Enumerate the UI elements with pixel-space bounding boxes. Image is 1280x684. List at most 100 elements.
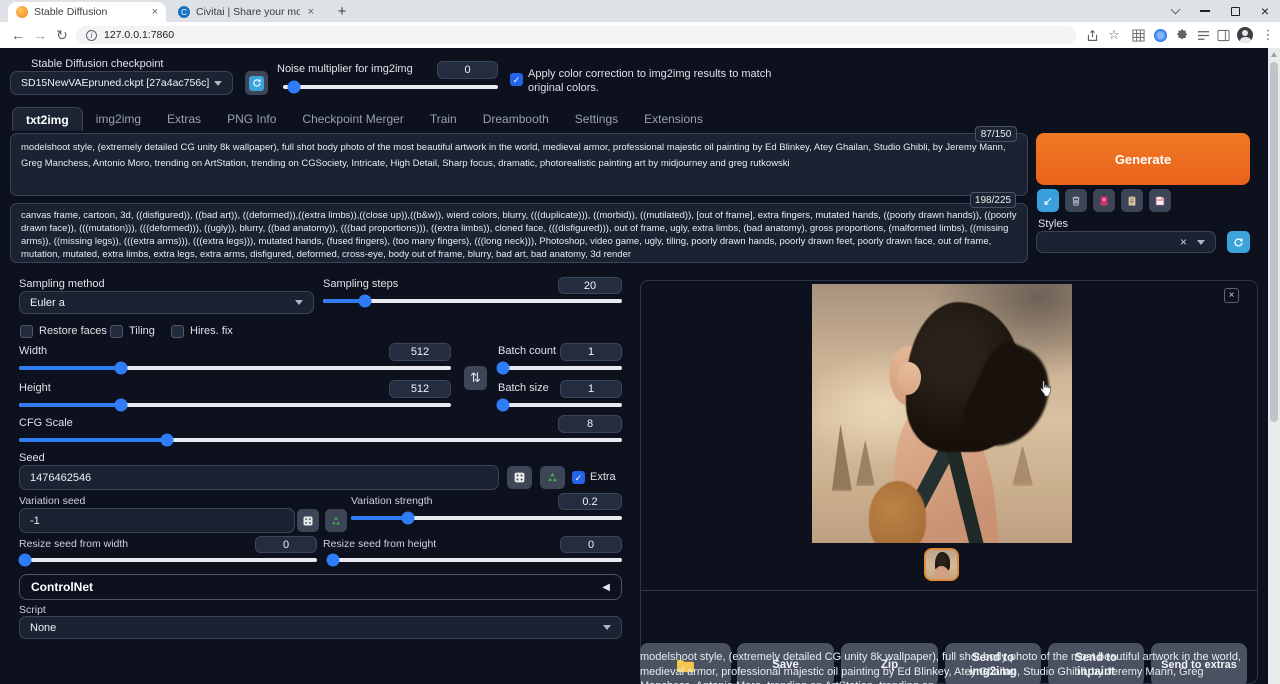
refresh-checkpoints-button[interactable] <box>245 71 268 95</box>
height-slider[interactable] <box>19 403 451 407</box>
generated-image[interactable] <box>812 284 1072 543</box>
tab-close-icon[interactable]: × <box>152 6 158 18</box>
slider-knob[interactable] <box>496 362 509 375</box>
cfg-scale-slider[interactable] <box>19 438 622 442</box>
tab-checkpoint-merger[interactable]: Checkpoint Merger <box>289 107 416 131</box>
tab-extensions[interactable]: Extensions <box>631 107 716 131</box>
sampling-steps-value[interactable]: 20 <box>558 277 622 294</box>
tab-png-info[interactable]: PNG Info <box>214 107 289 131</box>
tab-txt2img[interactable]: txt2img <box>12 107 83 131</box>
variation-strength-slider[interactable] <box>351 516 622 520</box>
forward-button[interactable]: → <box>30 25 50 45</box>
slider-knob[interactable] <box>358 295 371 308</box>
resize-seed-width-value[interactable]: 0 <box>255 536 317 553</box>
share-button[interactable] <box>1082 25 1102 45</box>
restore-faces-checkbox[interactable] <box>20 325 33 338</box>
slider-knob[interactable] <box>496 399 509 412</box>
random-seed-button[interactable] <box>507 466 532 489</box>
reading-list-button[interactable] <box>1193 25 1213 45</box>
styles-dropdown[interactable]: × <box>1036 231 1216 253</box>
chevron-down-icon <box>214 81 222 86</box>
reuse-variation-seed-button[interactable] <box>325 509 347 532</box>
resize-seed-height-slider[interactable] <box>329 558 622 562</box>
slider-knob[interactable] <box>18 554 31 567</box>
tab-close-icon[interactable]: × <box>308 6 314 18</box>
batch-size-value[interactable]: 1 <box>560 380 622 398</box>
paste-params-button[interactable]: ↙ <box>1037 189 1059 212</box>
extension-grid-button[interactable] <box>1128 25 1148 45</box>
hires-fix-checkbox[interactable] <box>171 325 184 338</box>
slider-knob[interactable] <box>327 554 340 567</box>
reuse-seed-button[interactable] <box>540 466 565 489</box>
extra-networks-button[interactable] <box>1093 189 1115 212</box>
tab-settings[interactable]: Settings <box>562 107 631 131</box>
window-minimize-button[interactable] <box>1190 0 1220 22</box>
gallery-thumbnail[interactable] <box>924 548 959 581</box>
width-slider[interactable] <box>19 366 451 370</box>
site-info-icon[interactable]: i <box>86 30 97 41</box>
seed-input[interactable]: 1476462546 <box>19 465 499 490</box>
refresh-styles-button[interactable] <box>1227 231 1250 253</box>
resize-seed-height-value[interactable]: 0 <box>560 536 622 553</box>
close-image-button[interactable]: × <box>1224 288 1239 303</box>
tab-extras[interactable]: Extras <box>154 107 214 131</box>
sampling-method-dropdown[interactable]: Euler a <box>19 291 314 314</box>
noise-multiplier-value[interactable]: 0 <box>437 61 498 79</box>
bookmark-button[interactable]: ☆ <box>1104 25 1124 45</box>
reload-button[interactable]: ↻ <box>52 25 72 45</box>
browser-menu-button[interactable]: ⋮ <box>1258 25 1278 45</box>
new-tab-button[interactable]: + <box>330 0 354 22</box>
save-style-button[interactable] <box>1149 189 1171 212</box>
tiling-checkbox[interactable] <box>110 325 123 338</box>
profile-button[interactable] <box>1235 25 1255 45</box>
swap-dimensions-button[interactable]: ⇅ <box>464 366 487 390</box>
clear-styles-icon[interactable]: × <box>1180 235 1187 249</box>
prompt-textarea[interactable]: modelshoot style, (extremely detailed CG… <box>10 133 1028 196</box>
side-panel-button[interactable] <box>1213 25 1233 45</box>
extension-blue-button[interactable] <box>1150 25 1170 45</box>
extra-seed-checkbox[interactable]: ✓ <box>572 471 585 484</box>
height-value[interactable]: 512 <box>389 380 451 398</box>
negative-prompt-textarea[interactable]: canvas frame, cartoon, 3d, ((disfigured)… <box>10 203 1028 263</box>
random-variation-seed-button[interactable] <box>297 509 319 532</box>
address-bar[interactable]: i 127.0.0.1:7860 <box>76 26 1076 44</box>
clear-prompt-button[interactable] <box>1065 189 1087 212</box>
slider-knob[interactable] <box>114 362 127 375</box>
noise-multiplier-slider[interactable] <box>283 85 498 89</box>
back-button[interactable]: ← <box>8 25 28 45</box>
webui-page: Stable Diffusion checkpoint SD15NewVAEpr… <box>0 48 1268 684</box>
browser-tab-civitai[interactable]: C Civitai | Share your models × <box>170 2 322 22</box>
cfg-scale-value[interactable]: 8 <box>558 415 622 433</box>
color-correction-label-2: original colors. <box>528 82 599 94</box>
slider-knob[interactable] <box>160 434 173 447</box>
browser-tab-stable-diffusion[interactable]: Stable Diffusion × <box>8 2 166 22</box>
batch-count-value[interactable]: 1 <box>560 343 622 361</box>
batch-count-slider[interactable] <box>498 366 622 370</box>
apply-style-button[interactable] <box>1121 189 1143 212</box>
batch-size-slider[interactable] <box>498 403 622 407</box>
script-dropdown[interactable]: None <box>19 616 622 639</box>
slider-knob[interactable] <box>287 81 300 94</box>
window-chevron-button[interactable] <box>1160 0 1190 22</box>
controlnet-accordion[interactable]: ControlNet ◀ <box>19 574 622 600</box>
page-scrollbar[interactable] <box>1268 48 1280 684</box>
tab-train[interactable]: Train <box>417 107 470 131</box>
checkpoint-dropdown[interactable]: SD15NewVAEpruned.ckpt [27a4ac756c] <box>10 71 233 95</box>
variation-seed-input[interactable]: -1 <box>19 508 295 533</box>
tab-img2img[interactable]: img2img <box>83 107 154 131</box>
window-close-button[interactable]: × <box>1250 0 1280 22</box>
width-value[interactable]: 512 <box>389 343 451 361</box>
window-maximize-button[interactable] <box>1220 0 1250 22</box>
generate-button[interactable]: Generate <box>1036 133 1250 185</box>
slider-knob[interactable] <box>114 399 127 412</box>
tab-dreambooth[interactable]: Dreambooth <box>470 107 562 131</box>
scrollbar-thumb[interactable] <box>1270 62 1278 422</box>
slider-knob[interactable] <box>401 512 414 525</box>
minimize-icon <box>1200 10 1210 12</box>
color-correction-checkbox[interactable]: ✓ <box>510 73 523 86</box>
extensions-button[interactable] <box>1172 25 1192 45</box>
resize-seed-width-slider[interactable] <box>19 558 317 562</box>
sampling-steps-slider[interactable] <box>323 299 622 303</box>
variation-strength-value[interactable]: 0.2 <box>558 493 622 510</box>
scroll-up-arrow[interactable] <box>1271 52 1277 57</box>
